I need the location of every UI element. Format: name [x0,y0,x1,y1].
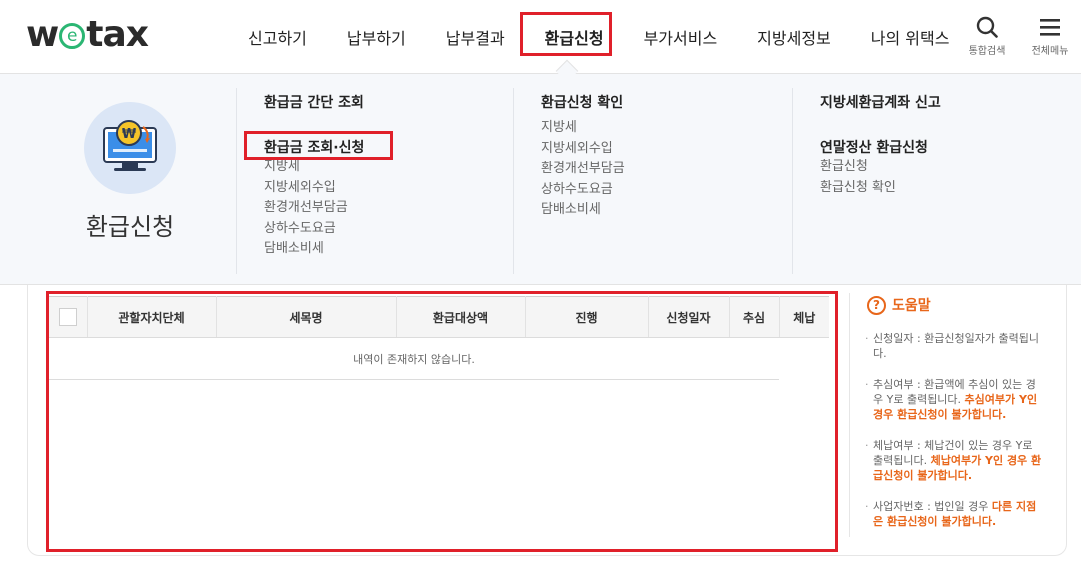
menu-year-end-refund[interactable]: 연말정산 환급신청 [820,137,1062,157]
menu-item-refund-apply-check[interactable]: 환급신청 확인 [820,178,1062,199]
menu-item-water-fee[interactable]: 상하수도요금 [264,219,514,240]
logo-prefix: w [26,13,59,55]
search-label: 통합검색 [968,46,1006,57]
nav-item-local-tax-info[interactable]: 지방세정보 [737,0,851,74]
refund-monitor-icon: ₩ [84,102,176,194]
nav-refund-highlight-box [520,12,612,56]
menu-item-local-tax[interactable]: 지방세 [264,157,514,178]
mega-col-account-yearend: 지방세환급계좌 신고 연말정산 환급신청 환급신청 환급신청 확인 [792,88,1062,274]
nav-item-my-wetax[interactable]: 나의 위택스 [851,0,970,74]
help-item-collection: 추심여부 : 환급액에 추심이 있는 경우 Y로 출력됩니다. 추심여부가 Y인… [865,377,1043,422]
hamburger-icon [1040,19,1060,36]
refund-inquiry-highlight-box [244,131,393,160]
logo-suffix: tax [86,13,149,55]
all-menu-button[interactable]: 전체메뉴 [1025,16,1075,57]
help-item-delinquency: 체납여부 : 체납건이 있는 경우 Y로 출력됩니다. 체납여부가 Y인 경우 … [865,438,1043,483]
all-menu-label: 전체메뉴 [1031,46,1069,57]
nav-item-report[interactable]: 신고하기 [228,0,327,74]
menu-item-local-tax[interactable]: 지방세 [541,118,793,139]
menu-item-environment-charge[interactable]: 환경개선부담금 [264,198,514,219]
help-divider [849,293,850,537]
help-title-text: 도움말 [892,298,931,314]
question-icon: ? [867,295,886,315]
menu-item-tobacco-tax[interactable]: 담배소비세 [264,239,514,260]
menu-refund-account-report[interactable]: 지방세환급계좌 신고 [820,92,1062,112]
menu-item-non-tax-revenue[interactable]: 지방세외수입 [541,139,793,160]
mega-col-refund-inquiry: 환급금 간단 조회 환급금 조회·신청 지방세 지방세외수입 환경개선부담금 상… [236,88,514,274]
nav-item-extra-service[interactable]: 부가서비스 [624,0,738,74]
help-title: ? 도움말 [867,293,1049,317]
menu-refund-check[interactable]: 환급신청 확인 [541,92,793,112]
menu-item-refund-apply[interactable]: 환급신청 [820,157,1062,178]
menu-simple-refund-inquiry[interactable]: 환급금 간단 조회 [264,92,514,112]
nav-item-pay-result[interactable]: 납부결과 [426,0,525,74]
wetax-logo[interactable]: w e tax [26,13,149,55]
table-highlight-box [46,291,838,552]
menu-item-non-tax-revenue[interactable]: 지방세외수입 [264,178,514,199]
svg-text:₩: ₩ [122,127,137,142]
menu-item-tobacco-tax[interactable]: 담배소비세 [541,200,793,221]
help-item-apply-date: 신청일자 : 환급신청일자가 출력됩니다. [865,331,1043,361]
mega-menu-title: 환급신청 [85,213,175,241]
menu-item-environment-charge[interactable]: 환경개선부담금 [541,159,793,180]
integrated-search-button[interactable]: 통합검색 [962,16,1012,57]
search-icon [976,16,998,38]
logo-e-icon: e [59,23,86,49]
help-item-business-number: 사업자번호 : 법인일 경우 다른 지점은 환급신청이 불가합니다. [865,499,1043,529]
menu-item-water-fee[interactable]: 상하수도요금 [541,180,793,201]
mega-col-refund-check: 환급신청 확인 지방세 지방세외수입 환경개선부담금 상하수도요금 담배소비세 [513,88,793,274]
help-panel: ? 도움말 신청일자 : 환급신청일자가 출력됩니다. 추심여부 : 환급액에 … [849,293,1049,537]
nav-item-pay[interactable]: 납부하기 [327,0,426,74]
refund-mega-menu: ₩ 환급신청 환급금 간단 조회 환급금 조회·신청 지방세 지방세외수입 환경… [0,74,1081,285]
